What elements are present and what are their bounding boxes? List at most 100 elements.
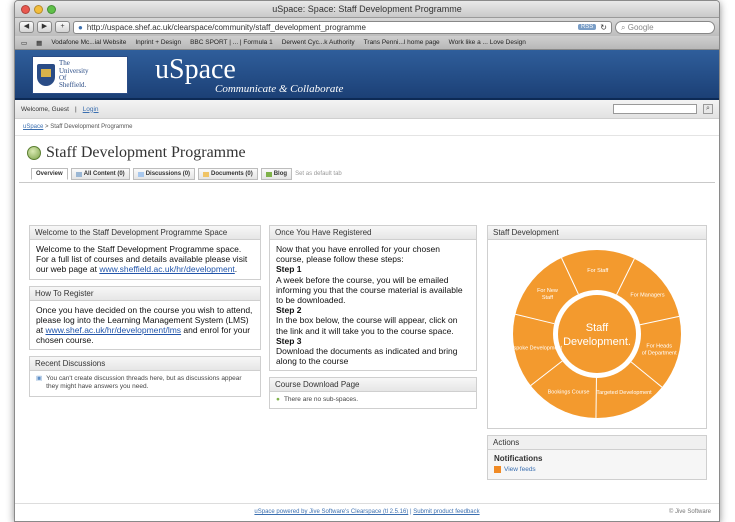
user-bar: Welcome, Guest | Login ⌕	[15, 100, 719, 119]
tab-label: Discussions (0)	[145, 171, 191, 177]
wheel-segment-label[interactable]: Staff	[542, 295, 554, 301]
step-text: A week before the course, you will be em…	[276, 274, 463, 305]
discussion-icon: ▣	[36, 375, 43, 383]
widget-heading: Welcome to the Staff Development Program…	[30, 226, 260, 240]
widget-heading: Once You Have Registered	[270, 226, 476, 240]
tab-label: Documents (0)	[211, 171, 253, 177]
right-column: Staff Development Staff Development. For S…	[487, 225, 707, 486]
wheel-segment-label[interactable]: of Department	[642, 351, 677, 357]
widget-body: Now that you have enrolled for your chos…	[270, 240, 476, 370]
site-search-input[interactable]	[613, 104, 697, 114]
step-heading: Step 1	[276, 264, 302, 275]
page-header: Staff Development Programme	[15, 136, 719, 166]
add-bookmark-button[interactable]: +	[55, 21, 70, 33]
zoom-window-button[interactable]	[47, 5, 56, 14]
powered-by-link[interactable]: uSpace powered by Jive Software's Clears…	[254, 509, 408, 515]
university-logo[interactable]: The University Of Sheffield.	[32, 56, 128, 94]
lms-link[interactable]: www.shef.ac.uk/hr/development/lms	[45, 325, 181, 335]
blog-icon	[265, 171, 272, 177]
copyright-text: © Jive Software	[668, 509, 711, 515]
bookmark-item[interactable]: Trans Penni...l home page	[364, 39, 440, 46]
content-icon	[75, 171, 82, 177]
wheel-segment-label[interactable]: For New	[537, 288, 558, 294]
staff-development-widget: Staff Development Staff Development. For S…	[487, 225, 707, 429]
wheel-segment-label[interactable]: Bespoke Development	[507, 345, 563, 351]
search-icon: ⌕	[621, 22, 626, 32]
space-tabs: Overview All Content (0) Discussions (0)…	[19, 166, 715, 183]
window-controls	[21, 5, 56, 14]
wheel-centre-label: Development.	[563, 336, 631, 348]
widget-heading: Course Download Page	[270, 378, 476, 393]
subspace-icon: ●	[276, 396, 280, 404]
site-search-button[interactable]: ⌕	[703, 104, 713, 114]
page-footer: uSpace powered by Jive Software's Clears…	[15, 503, 719, 521]
tab-blog[interactable]: Blog	[260, 168, 293, 180]
address-bar[interactable]: ● http://uspace.shef.ac.uk/clearspace/co…	[73, 20, 612, 34]
tab-discussions[interactable]: Discussions (0)	[132, 168, 196, 180]
logo-line: Sheffield.	[59, 81, 87, 90]
reload-icon[interactable]: ↻	[600, 23, 607, 32]
tab-documents[interactable]: Documents (0)	[198, 168, 258, 180]
close-window-button[interactable]	[21, 5, 30, 14]
widget-body: Welcome to the Staff Development Program…	[30, 240, 260, 279]
rss-feed-icon	[494, 466, 501, 473]
wheel-segment-label[interactable]: For Staff	[587, 268, 608, 274]
bookmark-item[interactable]: Work like a ... Love Design	[449, 39, 526, 46]
text-end: .	[234, 264, 238, 275]
tab-label: Blog	[273, 171, 288, 177]
wheel-centre-label: Staff	[586, 322, 609, 334]
bookmarks-book-icon[interactable]: ▭	[21, 39, 27, 47]
registered-widget: Once You Have Registered Now that you ha…	[269, 225, 477, 372]
left-column: Welcome to the Staff Development Program…	[29, 225, 261, 403]
view-feeds-row: View feeds	[494, 466, 700, 473]
bookmarks-bar: ▭ ▦ Vodafone Mc...ial Website Inprint + …	[15, 36, 719, 50]
bookmark-item[interactable]: BBC SPORT | ... | Formula 1	[190, 39, 273, 46]
set-default-tab-link[interactable]: Set as default tab	[295, 171, 342, 177]
crest-icon	[37, 64, 55, 86]
step-heading: Step 3	[276, 335, 302, 346]
footer-separator: |	[409, 509, 412, 515]
window-title: uSpace: Space: Staff Development Program…	[272, 4, 462, 14]
rss-icon[interactable]: RSS	[577, 24, 597, 30]
middle-column: Once You Have Registered Now that you ha…	[269, 225, 477, 415]
register-widget: How To Register Once you have decided on…	[29, 285, 261, 351]
site-brand[interactable]: uSpace	[155, 54, 236, 86]
wheel-segment-label[interactable]: Targeted Development	[596, 390, 652, 396]
bookmark-item[interactable]: Vodafone Mc...ial Website	[51, 39, 126, 46]
development-link[interactable]: www.sheffield.ac.uk/hr/development	[99, 264, 234, 274]
widget-heading: Staff Development	[488, 226, 706, 240]
minimize-window-button[interactable]	[34, 5, 43, 14]
site-banner: The University Of Sheffield. uSpace Comm…	[15, 50, 719, 100]
feedback-link[interactable]: Submit product feedback	[413, 509, 479, 515]
breadcrumb-root-link[interactable]: uSpace	[23, 124, 43, 130]
wheel-segment-label[interactable]: For Heads	[646, 344, 672, 350]
top-sites-grid-icon[interactable]: ▦	[36, 39, 42, 47]
view-feeds-link[interactable]: View feeds	[504, 466, 536, 473]
page-favicon-icon: ●	[78, 22, 83, 32]
login-link[interactable]: Login	[83, 106, 99, 113]
wheel-segment-label[interactable]: For Managers	[630, 293, 664, 299]
forward-button[interactable]: ▶	[37, 21, 52, 33]
wheel-hub[interactable]	[558, 295, 636, 373]
welcome-text: Welcome, Guest	[21, 105, 69, 113]
breadcrumb-separator: >	[45, 124, 49, 130]
wheel-container: Staff Development. For Staff For Managers Fo…	[488, 240, 706, 428]
tab-all-content[interactable]: All Content (0)	[70, 168, 130, 180]
browser-window: uSpace: Space: Staff Development Program…	[14, 0, 720, 522]
bookmark-item[interactable]: Derwent Cyc...k Authority	[282, 39, 355, 46]
google-search-field[interactable]: ⌕ Google	[615, 20, 715, 34]
tab-label: Overview	[36, 171, 63, 177]
bookmark-item[interactable]: Inprint + Design	[135, 39, 181, 46]
back-button[interactable]: ◀	[19, 21, 34, 33]
site-tagline: Communicate & Collaborate	[215, 83, 344, 95]
tab-label: All Content (0)	[83, 171, 125, 177]
breadcrumb: uSpace > Staff Development Programme	[15, 119, 719, 136]
document-icon	[203, 171, 210, 177]
recent-text: You can't create discussion threads here…	[46, 375, 242, 391]
tab-overview[interactable]: Overview	[31, 168, 68, 180]
google-search-placeholder: Google	[627, 22, 654, 32]
staff-development-wheel[interactable]: Staff Development. For Staff For Managers Fo…	[488, 240, 706, 428]
widget-heading: Actions	[488, 436, 706, 450]
wheel-segment-label[interactable]: Bookings Course	[548, 389, 590, 395]
widget-body: ▣ You can't create discussion threads he…	[30, 371, 260, 395]
